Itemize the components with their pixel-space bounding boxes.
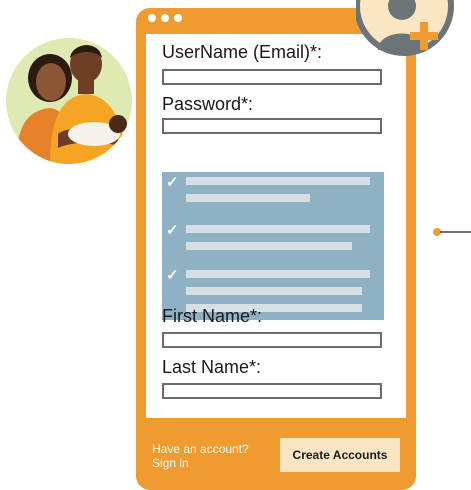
username-label: UserName (Email)*: [162,42,323,62]
window-dot [174,14,182,22]
window-dot [161,14,169,22]
first-name-label: First Name*: [162,306,263,326]
placeholder-line [186,177,370,185]
last-name-field[interactable] [162,383,382,399]
placeholder-line [186,242,352,250]
requirements-checklist: ✓ ✓ ✓ [162,172,384,320]
checkmark-icon: ✓ [166,267,179,284]
checkmark-icon: ✓ [166,222,179,239]
placeholder-line [186,194,310,202]
sign-in-link[interactable]: Have an account? Sign in [152,442,272,470]
window-dot [148,14,156,22]
have-account-text: Have an account? [152,442,249,456]
signup-form: UserName (Email)*: Password*: ✓ ✓ ✓ Firs… [146,34,406,418]
add-user-icon [356,0,471,70]
family-illustration-icon [6,38,132,164]
placeholder-line [186,225,370,233]
sign-in-text: Sign in [152,456,189,470]
placeholder-line [186,270,370,278]
password-field[interactable] [162,118,382,134]
window-dots [148,14,182,22]
create-accounts-button[interactable]: Create Accounts [280,438,400,472]
username-field[interactable] [162,69,382,85]
password-label: Password*: [162,94,254,114]
last-name-label: Last Name*: [162,357,262,377]
phone-frame: UserName (Email)*: Password*: ✓ ✓ ✓ Firs… [136,8,416,490]
placeholder-line [186,287,362,295]
connector-line [432,224,471,236]
checkmark-icon: ✓ [166,174,179,191]
first-name-field[interactable] [162,332,382,348]
